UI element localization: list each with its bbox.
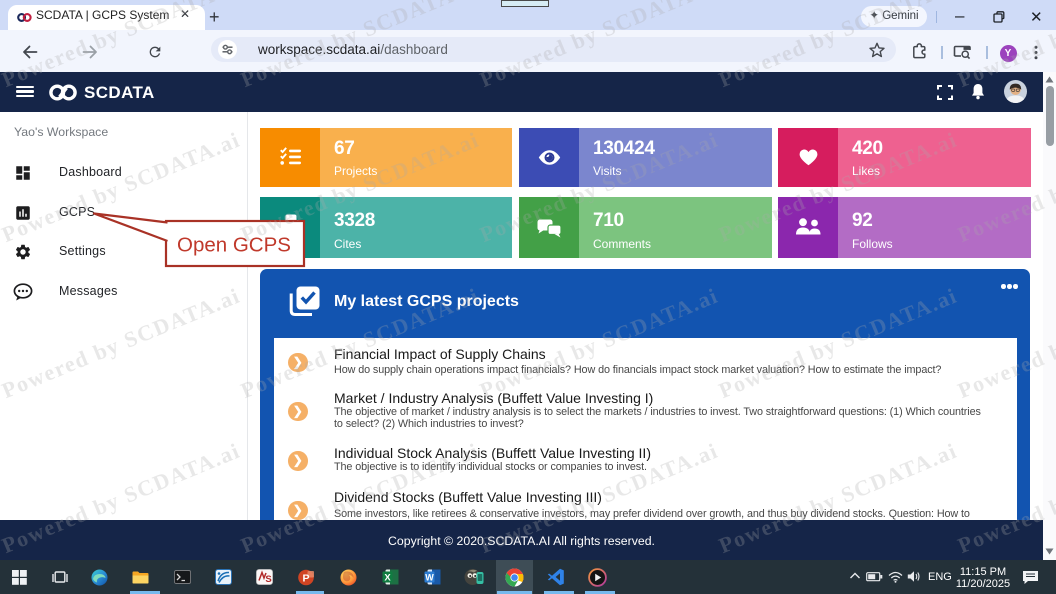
svg-text:X: X: [384, 573, 391, 584]
svg-text:Open GCPS: Open GCPS: [177, 234, 291, 257]
svg-text:S: S: [265, 574, 271, 585]
svg-text:P: P: [302, 573, 309, 585]
svg-text:W: W: [425, 573, 434, 583]
